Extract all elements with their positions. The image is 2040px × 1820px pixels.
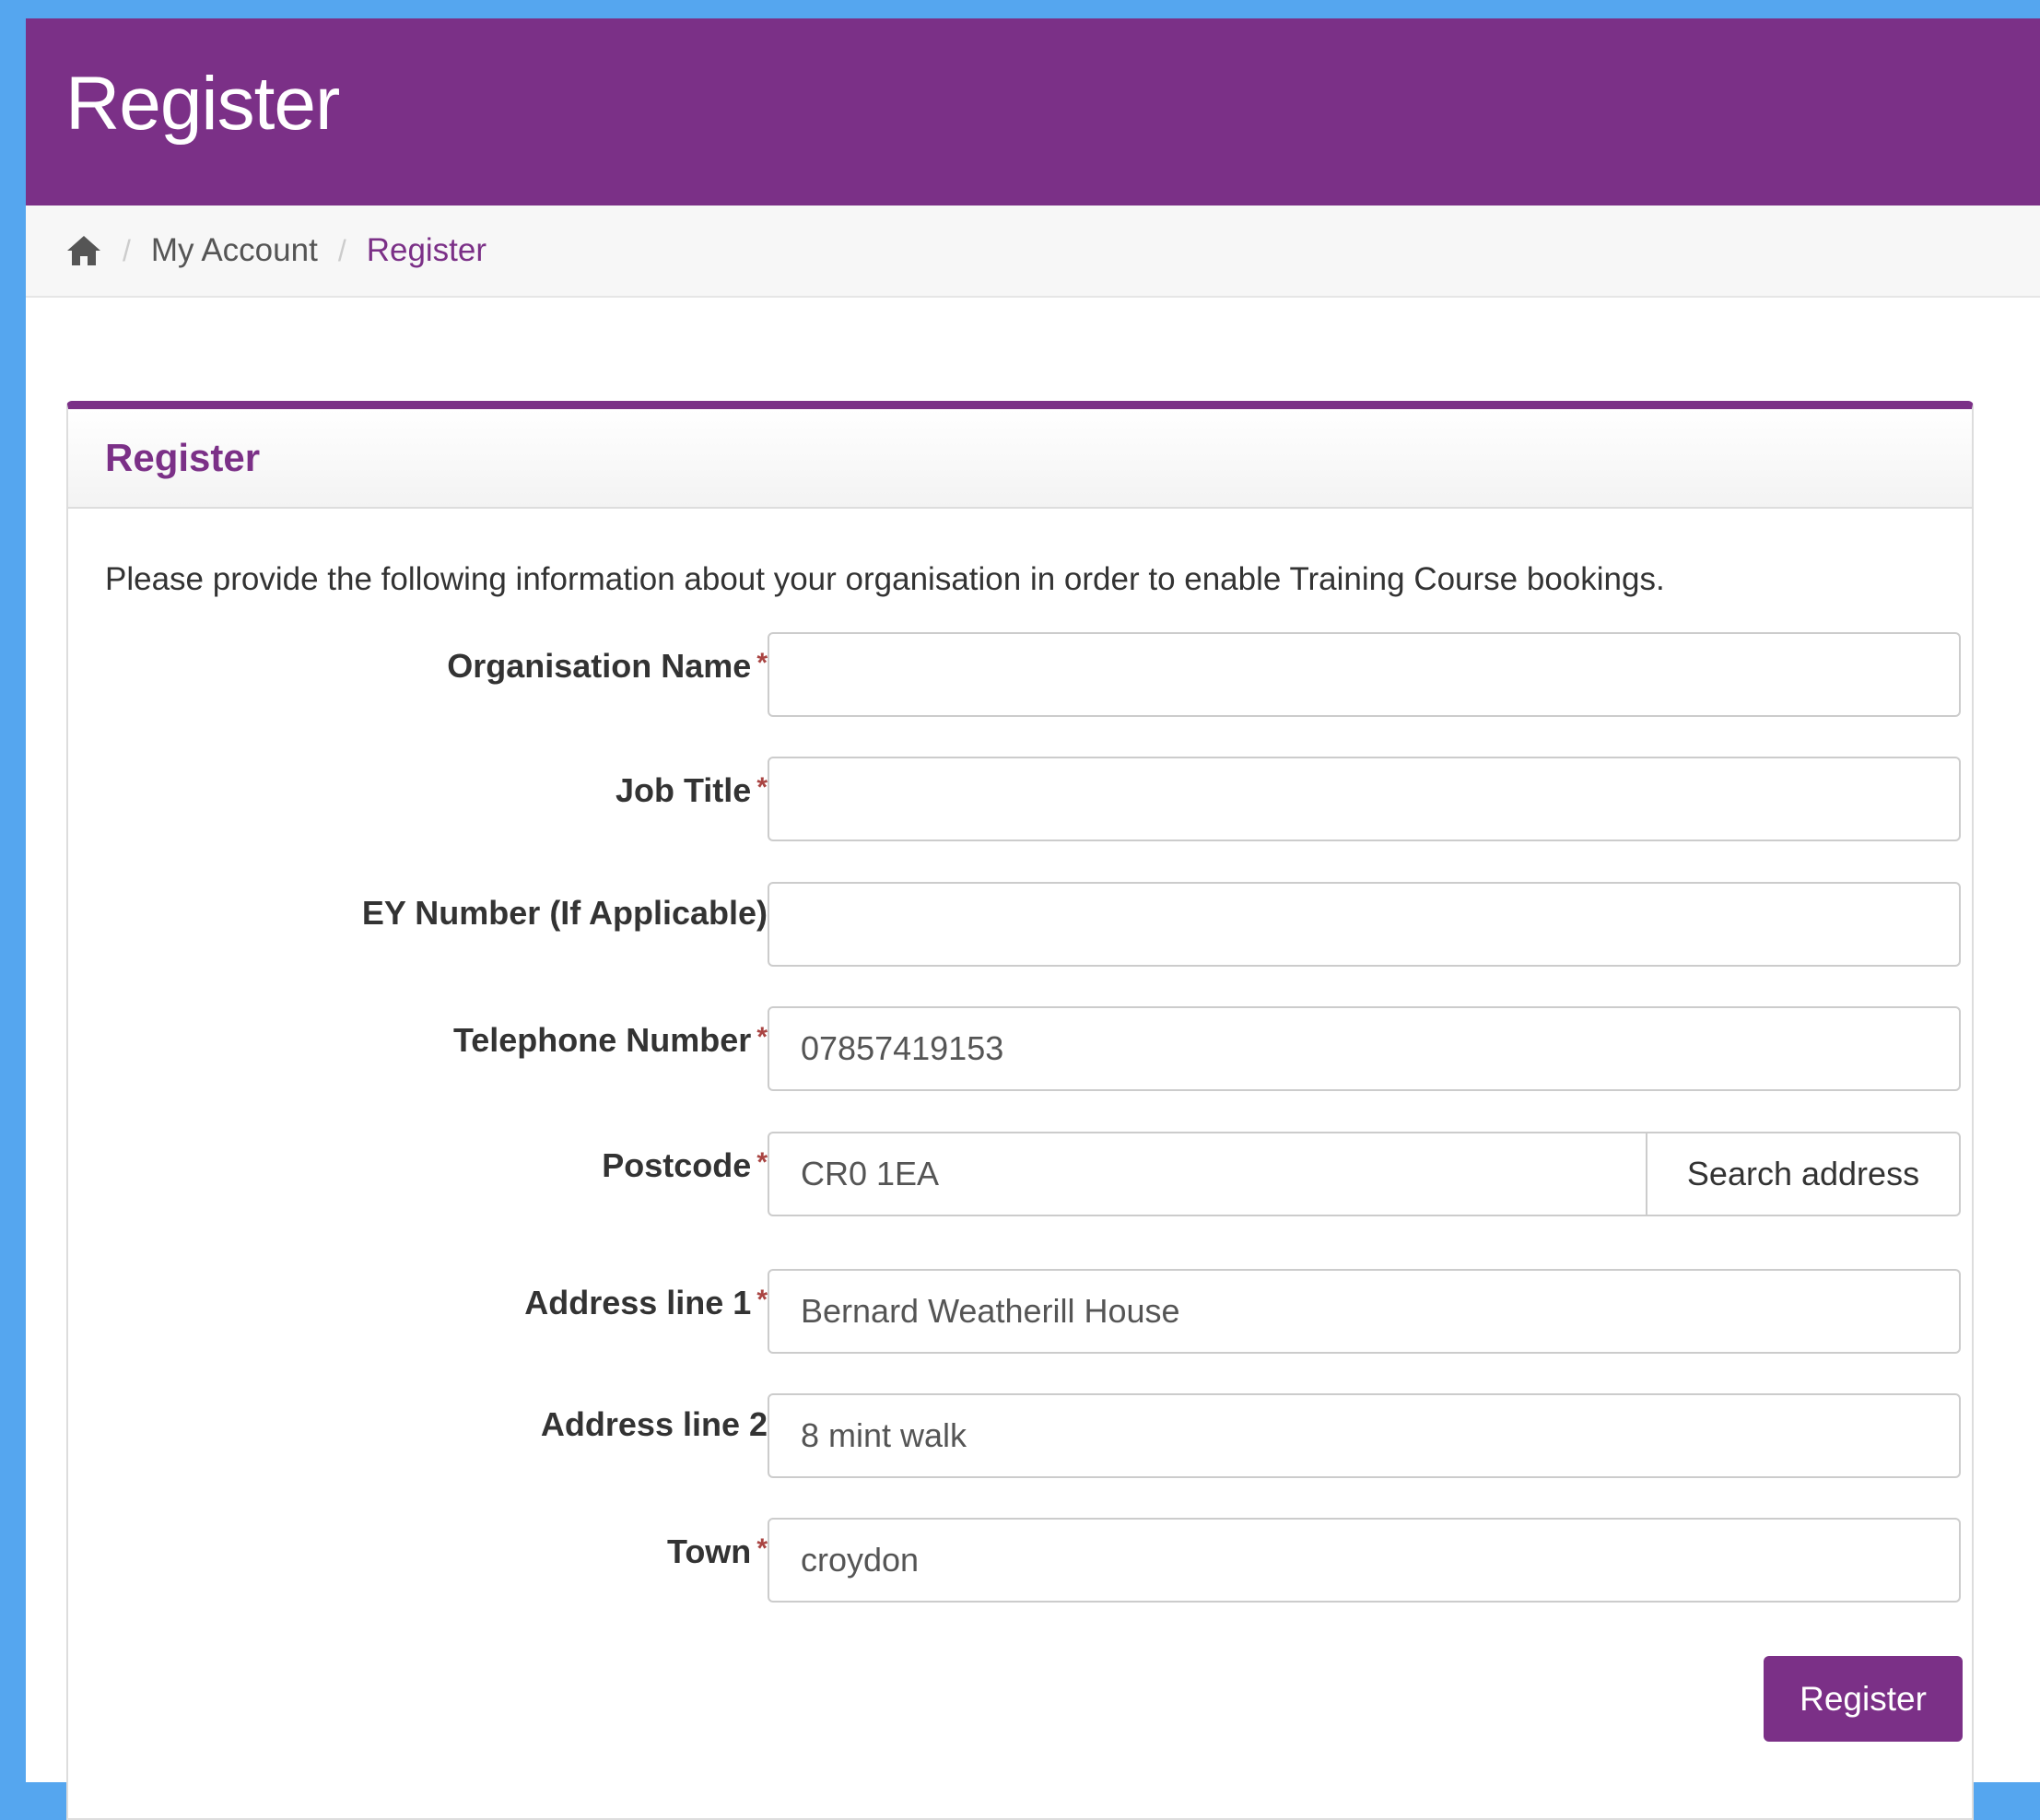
telephone-label: Telephone Number * [452, 1021, 768, 1059]
ey-number-label: EY Number (If Applicable) [361, 894, 768, 932]
organisation-name-label: Organisation Name * [447, 647, 768, 685]
ey-number-input[interactable] [768, 882, 1961, 967]
required-mark: * [756, 1533, 768, 1564]
intro-text: Please provide the following information… [105, 561, 1665, 597]
telephone-row: Telephone Number * [68, 1006, 1972, 1091]
page-title: Register [65, 62, 340, 146]
postcode-input[interactable] [768, 1132, 1647, 1216]
job-title-input[interactable] [768, 757, 1961, 841]
address-line-1-input[interactable] [768, 1269, 1961, 1354]
home-icon[interactable] [65, 232, 102, 269]
postcode-row: Postcode* Search address [68, 1132, 1972, 1216]
job-title-row: Job Title * [68, 757, 1972, 841]
job-title-label: Job Title * [615, 771, 768, 809]
required-mark: * [756, 1285, 768, 1315]
required-mark: * [756, 1022, 768, 1052]
panel-heading: Register [68, 409, 1972, 509]
breadcrumb-separator: / [337, 233, 346, 267]
town-label: Town * [667, 1532, 768, 1570]
page-header: Register [26, 18, 2040, 205]
register-panel: Register Please provide the following in… [66, 401, 1974, 1820]
telephone-input[interactable] [768, 1006, 1961, 1091]
ey-number-row: EY Number (If Applicable) [68, 882, 1972, 967]
organisation-name-input[interactable] [768, 632, 1961, 717]
organisation-name-row: Organisation Name * [68, 632, 1972, 717]
breadcrumb: / My Account / Register [26, 205, 2040, 298]
address-line-1-label: Address line 1 * [524, 1284, 768, 1321]
panel-title: Register [105, 436, 261, 479]
town-row: Town * [68, 1518, 1972, 1603]
search-address-button[interactable]: Search address [1646, 1132, 1961, 1216]
town-input[interactable] [768, 1518, 1961, 1603]
required-mark: * [756, 772, 768, 803]
address-line-1-row: Address line 1 * [68, 1269, 1972, 1354]
address-line-2-row: Address line 2 [68, 1393, 1972, 1478]
breadcrumb-my-account[interactable]: My Account [151, 232, 318, 269]
postcode-label: Postcode * [602, 1146, 768, 1184]
breadcrumb-separator: / [123, 233, 131, 267]
address-line-2-label: Address line 2 [540, 1405, 768, 1443]
required-mark: * [756, 1147, 768, 1178]
register-submit-button[interactable]: Register [1764, 1656, 1963, 1742]
required-mark: * [756, 648, 768, 678]
address-line-2-input[interactable] [768, 1393, 1961, 1478]
breadcrumb-register: Register [366, 232, 487, 268]
